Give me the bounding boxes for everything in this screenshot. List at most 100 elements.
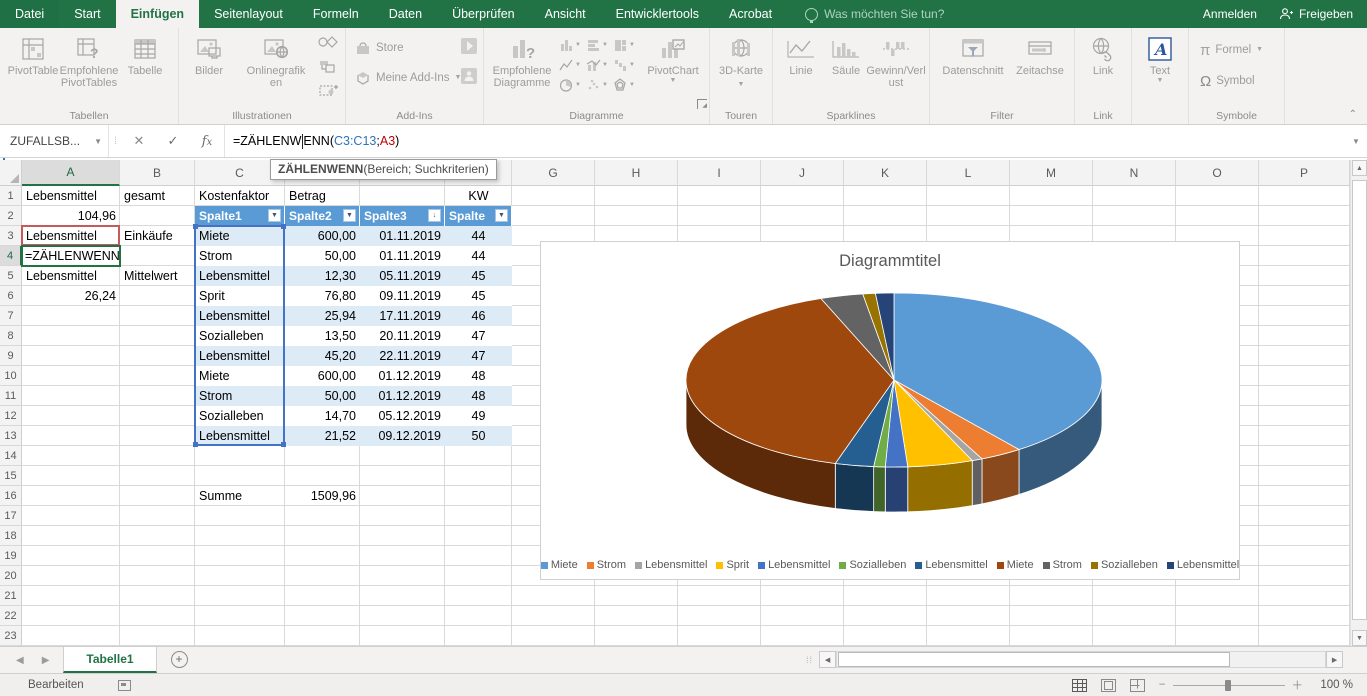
cell-C3[interactable]: Miete [195,226,285,246]
row-header-22[interactable]: 22 [0,606,22,626]
sort-filter-dropdown-Spalte3[interactable]: ↓ [428,209,441,222]
row-header-2[interactable]: 2 [0,206,22,226]
cell-F4[interactable]: 44 [445,246,512,266]
zoom-slider[interactable]: − ＋ [1159,677,1303,693]
row-header-5[interactable]: 5 [0,266,22,286]
chart-type-pie-button[interactable]: ▼ [559,75,586,95]
row-header-9[interactable]: 9 [0,346,22,366]
expand-formula-bar-icon[interactable]: ▼ [1345,125,1367,157]
cell-A6[interactable]: 26,24 [22,286,120,306]
scroll-right-button[interactable]: ▶ [1326,651,1343,668]
zoom-in-icon[interactable]: ＋ [1292,677,1304,693]
cancel-entry-button[interactable]: ✕ [122,133,156,149]
cell-F12[interactable]: 49 [445,406,512,426]
ribbon-tab-datei[interactable]: Datei [0,0,59,28]
horizontal-scroll-thumb[interactable] [838,652,1230,667]
scroll-up-button[interactable]: ▲ [1352,160,1367,176]
cell-F11[interactable]: 48 [445,386,512,406]
vertical-scroll-thumb[interactable] [1352,180,1367,620]
row-header-19[interactable]: 19 [0,546,22,566]
my-addins-button[interactable]: Meine Add-Ins ▼ [355,67,461,89]
cell-D1[interactable]: Betrag [285,186,360,206]
cell-C7[interactable]: Lebensmittel [195,306,285,326]
row-header-3[interactable]: 3 [0,226,22,246]
sheet-tab-tabelle1[interactable]: Tabelle1 [63,647,156,673]
cell-F13[interactable]: 50 [445,426,512,446]
sparkline-winloss-button[interactable]: Gewinn/Verlust [868,31,924,89]
row-header-6[interactable]: 6 [0,286,22,306]
chart-type-waterfall-button[interactable]: ▼ [613,55,640,75]
cell-E12[interactable]: 05.12.2019 [360,406,445,426]
filter-dropdown-Spalte[interactable]: ▼ [495,209,508,222]
insert-function-button[interactable]: fx [190,133,224,149]
cell-F1[interactable]: KW [445,186,512,206]
tell-me-search[interactable]: Was möchten Sie tun? [805,0,944,28]
ribbon-tab-seitenlayout[interactable]: Seitenlayout [199,0,298,28]
column-header-B[interactable]: B [120,160,195,186]
horizontal-scrollbar[interactable]: ⁞⁞ ◀ ▶ [806,650,1343,669]
ribbon-tab-überprüfen[interactable]: Überprüfen [437,0,530,28]
column-header-O[interactable]: O [1176,160,1259,186]
legend-item-11[interactable]: Lebensmittel [1167,559,1239,571]
formula-input[interactable]: =ZÄHLENWENN(C3:C13;A3) [225,125,1345,157]
zoom-out-icon[interactable]: − [1159,679,1166,691]
cell-C12[interactable]: Sozialleben [195,406,285,426]
3d-map-button[interactable]: 3D-Karte ▼ [715,31,767,89]
ribbon-tab-acrobat[interactable]: Acrobat [714,0,787,28]
legend-item-4[interactable]: Sprit [716,559,749,571]
row-header-11[interactable]: 11 [0,386,22,406]
legend-item-1[interactable]: Miete [541,559,578,571]
smartart-button[interactable] [318,59,340,78]
cell-D5[interactable]: 12,30 [285,266,360,286]
cell-E6[interactable]: 09.11.2019 [360,286,445,306]
row-header-10[interactable]: 10 [0,366,22,386]
ribbon-tab-einfügen[interactable]: Einfügen [116,0,199,28]
row-header-7[interactable]: 7 [0,306,22,326]
column-header-P[interactable]: P [1259,160,1350,186]
legend-item-6[interactable]: Sozialleben [839,559,906,571]
cell-C6[interactable]: Sprit [195,286,285,306]
cell-C9[interactable]: Lebensmittel [195,346,285,366]
recommended-pivottables-button[interactable]: ? Empfohlene PivotTables [61,31,117,89]
column-header-K[interactable]: K [844,160,927,186]
bing-maps-addin-icon[interactable] [461,38,477,59]
cell-E5[interactable]: 05.11.2019 [360,266,445,286]
column-header-M[interactable]: M [1010,160,1093,186]
cell-E8[interactable]: 20.11.2019 [360,326,445,346]
zoom-thumb[interactable] [1225,680,1231,691]
active-edit-cell-A4[interactable]: =ZÄHLENWENN [21,245,121,267]
pivotchart-button[interactable]: PivotChart ▼ [642,31,704,85]
table-button[interactable]: Tabelle [117,31,173,77]
legend-item-9[interactable]: Strom [1043,559,1082,571]
ribbon-tab-entwicklertools[interactable]: Entwicklertools [601,0,714,28]
cell-C11[interactable]: Strom [195,386,285,406]
legend-item-7[interactable]: Lebensmittel [915,559,987,571]
cell-F6[interactable]: 45 [445,286,512,306]
row-header-13[interactable]: 13 [0,426,22,446]
pictures-button[interactable]: Bilder [184,31,234,77]
legend-item-8[interactable]: Miete [997,559,1034,571]
column-header-I[interactable]: I [678,160,761,186]
scroll-left-button[interactable]: ◀ [819,651,836,668]
cell-F3[interactable]: 44 [445,226,512,246]
row-header-14[interactable]: 14 [0,446,22,466]
chart-type-scatter-button[interactable]: ▼ [586,75,613,95]
timeline-button[interactable]: Zeitachse [1011,31,1069,77]
cell-C13[interactable]: Lebensmittel [195,426,285,446]
row-header-16[interactable]: 16 [0,486,22,506]
store-button[interactable]: Store [355,37,404,59]
cell-E4[interactable]: 01.11.2019 [360,246,445,266]
column-header-L[interactable]: L [927,160,1010,186]
cell-C1[interactable]: Kostenfaktor [195,186,285,206]
cell-F10[interactable]: 48 [445,366,512,386]
collapse-ribbon-button[interactable]: ⌃ [1349,109,1357,120]
row-header-15[interactable]: 15 [0,466,22,486]
page-break-view-button[interactable] [1130,679,1145,692]
cell-B1[interactable]: gesamt [120,186,195,206]
recommended-charts-button[interactable]: ? Empfohlene Diagramme [489,31,555,89]
text-button[interactable]: A Text ▼ [1137,31,1183,85]
ribbon-tab-daten[interactable]: Daten [374,0,437,28]
cell-F8[interactable]: 47 [445,326,512,346]
pivottable-button[interactable]: PivotTable [5,31,61,77]
legend-item-5[interactable]: Lebensmittel [758,559,830,571]
